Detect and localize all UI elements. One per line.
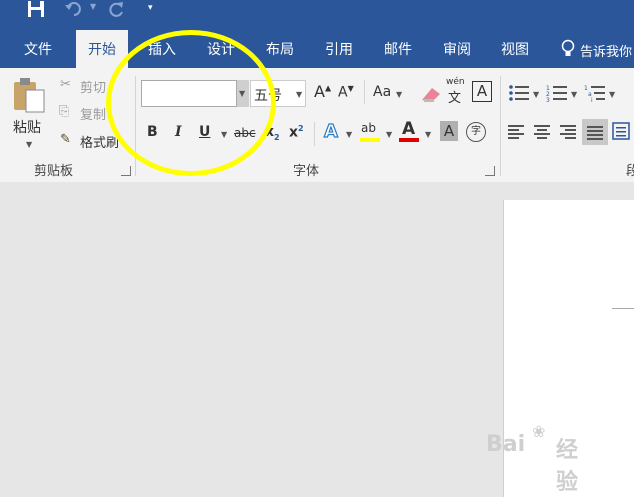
align-center-icon[interactable]: [534, 124, 552, 140]
bold-button[interactable]: B: [147, 124, 158, 140]
paw-icon: ❀: [532, 422, 546, 441]
align-right-icon[interactable]: [560, 124, 578, 140]
clipboard-launcher-icon[interactable]: [121, 166, 131, 176]
font-color-swatch: [399, 138, 419, 142]
redo-icon[interactable]: [106, 0, 126, 18]
font-group-label: 字体: [293, 164, 320, 179]
font-name-dropdown[interactable]: ▼: [236, 80, 249, 107]
lightbulb-icon: [561, 39, 575, 56]
group-divider: [500, 76, 501, 176]
shrink-font-icon[interactable]: A▼: [338, 84, 354, 101]
customize-icon[interactable]: ▾: [148, 3, 153, 13]
justify-icon: [587, 125, 603, 141]
tab-design[interactable]: 设计: [207, 39, 235, 59]
svg-text:3: 3: [546, 97, 550, 102]
paragraph-group-label: 段: [626, 164, 634, 179]
divider: [314, 122, 315, 146]
font-size-select[interactable]: 五号 ▼: [250, 80, 306, 107]
strikethrough-button[interactable]: abc: [234, 126, 256, 140]
group-divider: [135, 76, 136, 176]
phonetic-guide-top[interactable]: wén: [446, 77, 465, 87]
distributed-icon[interactable]: [612, 122, 632, 142]
format-painter-button[interactable]: 格式刷: [80, 132, 119, 151]
subscript-button[interactable]: x2: [265, 124, 280, 142]
font-color-dropdown-icon[interactable]: ▼: [425, 130, 431, 139]
copy-icon[interactable]: ⎘: [59, 104, 69, 119]
multilevel-dropdown-icon[interactable]: ▼: [609, 90, 615, 99]
cut-button[interactable]: 剪切: [80, 77, 106, 96]
font-launcher-icon[interactable]: [485, 166, 495, 176]
numbering-dropdown-icon[interactable]: ▼: [571, 90, 577, 99]
tab-view[interactable]: 视图: [501, 39, 529, 59]
ribbon-home: 粘贴 ▼ ✂ 剪切 ⎘ 复制 ✎ 格式刷 剪贴板 ▼ 五号 ▼ A▲ A▼ Aa…: [0, 68, 634, 183]
ribbon-tabs: 文件 开始 插入 设计 布局 引用 邮件 审阅 视图 告诉我你: [0, 30, 634, 68]
tab-home[interactable]: 开始: [76, 30, 128, 68]
title-bar: ▼ ▾: [0, 0, 634, 30]
chevron-down-icon: ▼: [296, 90, 303, 99]
tab-insert[interactable]: 插入: [148, 39, 176, 59]
margin-marker: [612, 308, 634, 309]
character-shading-button[interactable]: A: [440, 121, 458, 141]
grow-font-icon[interactable]: A▲: [314, 82, 331, 101]
highlight-dropdown-icon[interactable]: ▼: [386, 130, 392, 139]
phonetic-guide-button[interactable]: 文: [448, 87, 461, 106]
clipboard-group-label: 剪贴板: [34, 164, 74, 179]
font-color-button[interactable]: A: [402, 119, 415, 139]
italic-button[interactable]: I: [175, 124, 182, 140]
highlight-color-swatch: [360, 138, 380, 142]
text-effects-dropdown-icon[interactable]: ▼: [346, 130, 352, 139]
bullets-icon[interactable]: [508, 84, 530, 102]
save-icon[interactable]: [27, 0, 45, 18]
align-left-icon[interactable]: [508, 124, 526, 140]
svg-text:i: i: [591, 97, 593, 102]
tab-layout[interactable]: 布局: [266, 39, 294, 59]
chevron-down-icon: ▼: [239, 89, 246, 98]
change-case-button[interactable]: Aa: [373, 84, 391, 100]
tell-me-search[interactable]: 告诉我你: [580, 41, 632, 60]
tab-mailings[interactable]: 邮件: [384, 39, 412, 59]
underline-button[interactable]: U: [199, 124, 210, 140]
change-case-dropdown-icon[interactable]: ▼: [396, 90, 402, 99]
divider: [364, 80, 365, 104]
justify-button[interactable]: [582, 119, 608, 145]
bullets-dropdown-icon[interactable]: ▼: [533, 90, 539, 99]
copy-button[interactable]: 复制: [80, 104, 106, 123]
tab-review[interactable]: 审阅: [443, 39, 471, 59]
format-painter-icon[interactable]: ✎: [60, 132, 71, 147]
font-name-input[interactable]: [141, 80, 249, 107]
character-border-button[interactable]: A: [472, 81, 492, 102]
undo-icon[interactable]: [64, 0, 86, 18]
paste-dropdown-icon[interactable]: ▼: [26, 140, 32, 149]
paste-button[interactable]: 粘贴: [13, 117, 41, 137]
highlight-button[interactable]: ab: [361, 121, 376, 135]
numbering-icon[interactable]: 1 2 3: [546, 84, 568, 102]
underline-dropdown-icon[interactable]: ▼: [221, 130, 227, 139]
cut-icon[interactable]: ✂: [60, 77, 71, 92]
multilevel-list-icon[interactable]: 1 a i: [584, 84, 606, 102]
tab-references[interactable]: 引用: [325, 39, 353, 59]
undo-dropdown-icon[interactable]: ▼: [90, 2, 96, 11]
clear-formatting-icon[interactable]: [420, 82, 442, 104]
text-effects-button[interactable]: A: [323, 120, 338, 142]
tab-file[interactable]: 文件: [24, 39, 52, 59]
paste-icon[interactable]: [12, 76, 48, 116]
superscript-button[interactable]: x2: [289, 124, 304, 141]
enclose-characters-button[interactable]: 字: [466, 122, 486, 142]
